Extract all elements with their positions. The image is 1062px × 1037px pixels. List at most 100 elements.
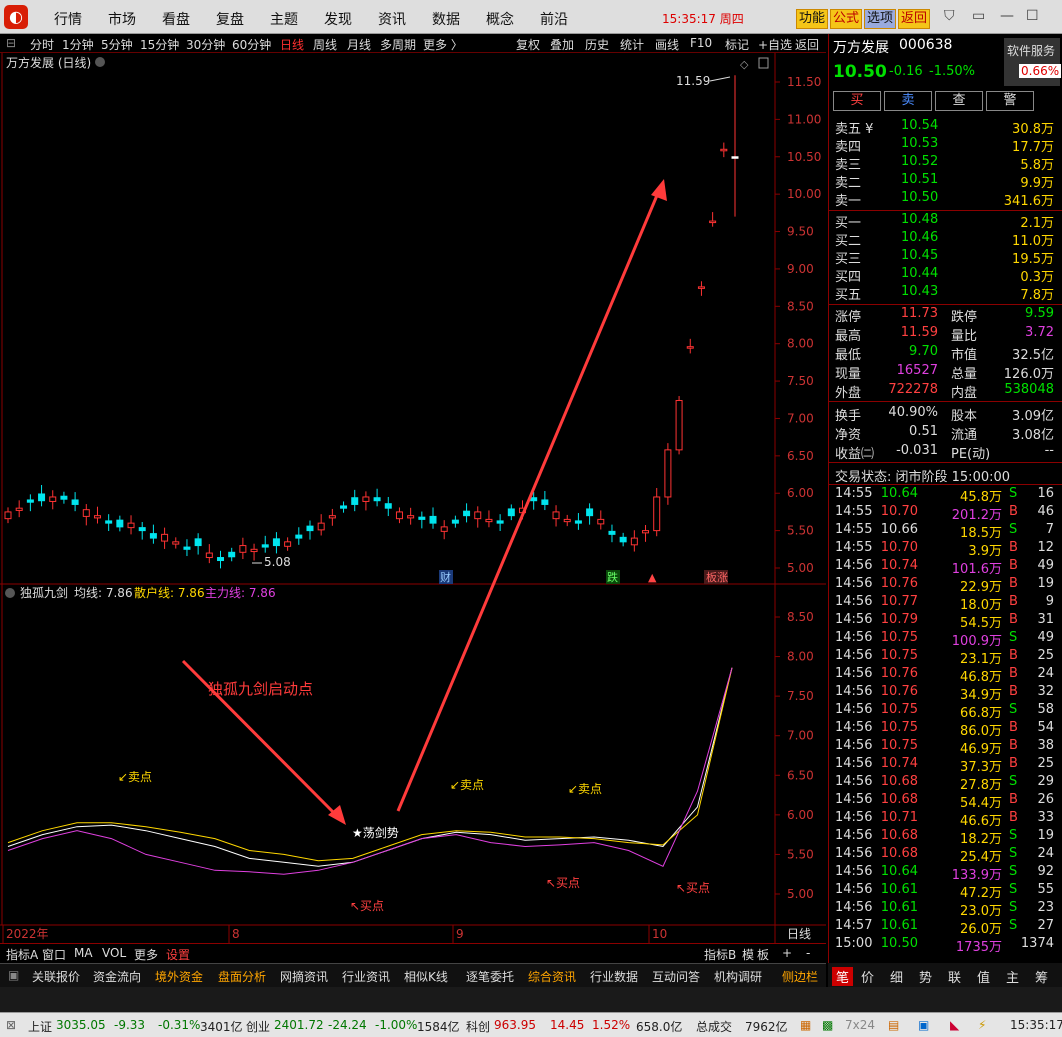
skin-icon[interactable]: ⛉: [944, 8, 955, 24]
menu-item[interactable]: 资讯: [378, 9, 406, 29]
bottom-tab[interactable]: 互动问答: [652, 968, 700, 985]
tick-volume: 46.6万: [960, 814, 1002, 829]
bottom-tab[interactable]: 机构调研: [714, 968, 762, 985]
maximize-icon[interactable]: ☐: [1026, 8, 1039, 24]
chart-tool-button[interactable]: +自选: [758, 36, 792, 53]
timeframe-tab[interactable]: 60分钟: [232, 36, 271, 53]
right-tab[interactable]: 主: [1006, 967, 1019, 986]
menu-item[interactable]: 复盘: [216, 9, 244, 29]
list-icon[interactable]: ▣: [8, 968, 19, 982]
indicator-tab[interactable]: 更多: [134, 946, 158, 963]
chart-tool-button[interactable]: 叠加: [550, 36, 574, 53]
x-tick-label: 10: [652, 927, 667, 941]
indicator-tab-right[interactable]: -: [806, 946, 810, 960]
y-tick-label: 8.00: [787, 650, 814, 664]
menu-item[interactable]: 概念: [486, 9, 514, 29]
trade-button[interactable]: 卖: [884, 91, 932, 111]
timeframe-tab[interactable]: 30分钟: [186, 36, 225, 53]
indicator-tab-right[interactable]: 板: [757, 946, 769, 963]
menu-item[interactable]: 主题: [270, 9, 298, 29]
monitor-icon[interactable]: ▣: [918, 1018, 929, 1032]
chart-tool-button[interactable]: 历史: [585, 36, 609, 53]
bottom-tab[interactable]: 关联报价: [32, 968, 80, 985]
tick-count: 27: [1037, 918, 1054, 933]
right-tab[interactable]: 细: [890, 967, 903, 986]
function-button[interactable]: 返回: [898, 9, 931, 29]
timeframe-tab[interactable]: 5分钟: [101, 36, 133, 53]
timeframe-tab[interactable]: 日线: [280, 36, 304, 53]
right-tab[interactable]: 笔: [832, 967, 854, 986]
right-tab[interactable]: 联: [948, 967, 961, 986]
tick-volume: 23.0万: [960, 904, 1002, 919]
indicator-tab[interactable]: 窗口: [42, 946, 66, 963]
lightning-icon[interactable]: ⚡: [978, 1018, 986, 1032]
tick-time: 14:55: [835, 540, 873, 555]
bottom-tab[interactable]: 境外资金: [155, 968, 203, 985]
indicator-tab[interactable]: 设置: [166, 946, 190, 963]
bottom-tab[interactable]: 盘面分析: [218, 968, 266, 985]
bottom-tab[interactable]: 行业数据: [590, 968, 638, 985]
indicator-tab-right[interactable]: 指标B: [704, 946, 736, 963]
tick-price: 10.68: [880, 774, 918, 789]
right-tab[interactable]: 值: [977, 967, 990, 986]
chart-tool-button[interactable]: 返回: [795, 36, 819, 53]
right-tab[interactable]: 势: [919, 967, 932, 986]
timeframe-tab[interactable]: 15分钟: [140, 36, 179, 53]
trade-button[interactable]: 警: [986, 91, 1034, 111]
tick-price: 10.75: [880, 702, 918, 717]
menu-item[interactable]: 发现: [324, 9, 352, 29]
tick-side: B: [1009, 810, 1018, 825]
chart-tool-button[interactable]: 统计: [620, 36, 644, 53]
indicator-tab-right[interactable]: 模: [742, 946, 754, 963]
tick-time: 14:55: [835, 486, 873, 501]
candle-down: [586, 508, 594, 517]
window-restore-icon[interactable]: ▭: [972, 8, 985, 24]
menu-item[interactable]: 前沿: [540, 9, 568, 29]
tick-price: 10.76: [880, 576, 918, 591]
bottom-tab[interactable]: 侧边栏: [782, 968, 818, 985]
trade-button[interactable]: 查: [935, 91, 983, 111]
indicator-tab-right[interactable]: +: [782, 946, 792, 960]
chart-tool-button[interactable]: 复权: [516, 36, 540, 53]
kline-chart[interactable]: 11.50 11.00 10.50 10.00 9.50 9.00 8.50 8.00 7.50…: [0, 53, 826, 943]
function-button[interactable]: 选项: [864, 9, 897, 29]
tick-time: 14:56: [835, 702, 873, 717]
stat-value: 40.90%: [888, 405, 938, 420]
bottom-tab[interactable]: 逐笔委托: [466, 968, 514, 985]
bottom-tab[interactable]: 网摘资讯: [280, 968, 328, 985]
function-button[interactable]: 公式: [830, 9, 863, 29]
bottom-tab[interactable]: 行业资讯: [342, 968, 390, 985]
indicator-tab[interactable]: VOL: [102, 946, 126, 960]
bottom-tab[interactable]: 相似K线: [404, 968, 448, 985]
menu-item[interactable]: 行情: [54, 9, 82, 29]
timeframe-tab[interactable]: 多周期: [380, 36, 416, 53]
timeframe-tab[interactable]: 月线: [347, 36, 371, 53]
bid-price: 10.44: [901, 266, 939, 281]
keyboard-icon[interactable]: ▤: [888, 1018, 899, 1032]
bottom-tab[interactable]: 综合资讯: [528, 968, 576, 985]
grid-icon[interactable]: ▩: [822, 1018, 833, 1032]
flag-icon[interactable]: ◣: [950, 1018, 959, 1032]
menu-item[interactable]: 市场: [108, 9, 136, 29]
menu-item[interactable]: 看盘: [162, 9, 190, 29]
calendar-icon[interactable]: ▦: [800, 1018, 811, 1032]
indicator-tab[interactable]: 指标A: [6, 946, 38, 963]
right-tab[interactable]: 筹: [1035, 967, 1048, 986]
indicator-tab[interactable]: MA: [74, 946, 93, 960]
timeframe-tab[interactable]: 更多 〉: [423, 36, 463, 53]
timeframe-tab[interactable]: 1分钟: [62, 36, 94, 53]
collapse-icon[interactable]: ⊟: [6, 36, 16, 50]
chart-tool-button[interactable]: 画线: [655, 36, 679, 53]
app-logo-icon[interactable]: ◐: [4, 5, 28, 29]
timeframe-tab[interactable]: 分时: [30, 36, 54, 53]
function-button[interactable]: 功能: [796, 9, 829, 29]
bottom-tab[interactable]: 资金流向: [93, 968, 141, 985]
right-tab[interactable]: 价: [861, 967, 874, 986]
collapse-icon[interactable]: ⊠: [6, 1018, 16, 1032]
minimize-icon[interactable]: —: [1000, 8, 1014, 24]
chart-tool-button[interactable]: F10: [690, 36, 712, 50]
trade-button[interactable]: 买: [833, 91, 881, 111]
chart-tool-button[interactable]: 标记: [725, 36, 749, 53]
timeframe-tab[interactable]: 周线: [313, 36, 337, 53]
menu-item[interactable]: 数据: [432, 9, 460, 29]
